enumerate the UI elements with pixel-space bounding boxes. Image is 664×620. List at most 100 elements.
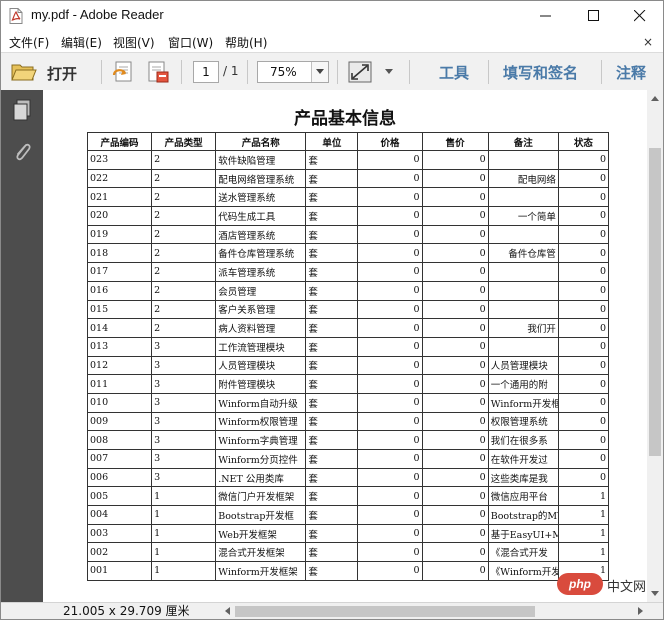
table-cell: 套	[305, 542, 359, 563]
table-cell: 023	[86, 150, 153, 170]
table-cell: 套	[305, 318, 359, 338]
fit-page-icon[interactable]	[347, 59, 373, 85]
table-cell: 1	[557, 486, 610, 507]
scroll-up-icon[interactable]	[651, 96, 659, 101]
table-cell: 010	[86, 392, 153, 413]
table-cell: 0	[421, 168, 489, 189]
table-row: 017 2 派车管理系统套 0 0 0	[86, 262, 610, 282]
php-logo: php	[557, 573, 603, 595]
table-cell: 0	[421, 542, 489, 563]
page-number-input[interactable]: 1	[193, 61, 219, 83]
horizontal-scrollbar[interactable]	[221, 603, 647, 619]
toolbar-separator	[247, 60, 248, 84]
table-cell: 007	[86, 449, 153, 469]
close-button[interactable]	[617, 1, 663, 31]
column-header: 状态	[557, 132, 610, 151]
more-tools-caret-icon[interactable]	[385, 69, 393, 74]
pages-thumbnail-icon[interactable]	[11, 98, 33, 122]
table-cell: 022	[86, 168, 153, 189]
scroll-left-icon[interactable]	[225, 607, 230, 615]
table-cell: 0	[421, 224, 489, 245]
table-cell: 套	[305, 262, 359, 282]
maximize-button[interactable]	[571, 1, 617, 31]
table-cell: 0	[357, 299, 423, 320]
save-create-icon[interactable]	[111, 59, 137, 85]
table-cell: 人员管理模块	[487, 355, 559, 376]
table-cell: 0	[357, 392, 423, 413]
table-cell: 备件仓库管理系统	[215, 243, 307, 264]
table-cell: 在软件开发过	[487, 449, 559, 469]
table-cell: 套	[305, 430, 359, 450]
document-viewport[interactable]: 产品基本信息 产品编码 产品类型 产品名称 单位 价格 售价 备注 状态 023 2 软件缺陷管理…	[43, 90, 647, 602]
table-cell: 2	[151, 168, 217, 189]
table-cell: 0	[357, 411, 423, 432]
table-cell: 0	[557, 168, 610, 189]
comment-pane-button[interactable]: 注释	[616, 62, 646, 83]
table-cell: 套	[305, 280, 359, 301]
table-cell: 017	[86, 262, 153, 282]
table-cell: 0	[421, 505, 489, 525]
table-cell	[487, 187, 559, 208]
table-cell	[487, 336, 559, 357]
table-cell: 酒店管理系统	[215, 224, 307, 245]
table-cell: 020	[86, 206, 153, 226]
pdf-page: 产品基本信息 产品编码 产品类型 产品名称 单位 价格 售价 备注 状态 023 2 软件缺陷管理…	[86, 98, 611, 602]
zoom-select[interactable]: 75%	[257, 61, 329, 83]
menu-view[interactable]: 视图(V)	[113, 34, 155, 51]
table-cell: 1	[557, 523, 610, 544]
vertical-scroll-thumb[interactable]	[649, 148, 661, 456]
table-cell: 0	[421, 523, 489, 544]
table-cell: Bootstrap的MV	[487, 505, 559, 525]
document-close-button[interactable]: ×	[643, 35, 653, 49]
page-total: / 1	[223, 64, 239, 78]
table-cell: 009	[86, 411, 153, 432]
table-row: 023 2 软件缺陷管理套 0 0 0	[86, 150, 610, 170]
table-cell: 0	[421, 150, 489, 170]
table-cell: 003	[86, 523, 153, 544]
table-cell: 0	[357, 187, 423, 208]
menu-help[interactable]: 帮助(H)	[225, 34, 267, 51]
scroll-right-icon[interactable]	[638, 607, 643, 615]
table-cell: 套	[305, 486, 359, 507]
fill-and-sign-button[interactable]: 填写和签名	[503, 62, 578, 83]
table-cell: 套	[305, 336, 359, 357]
table-cell: 0	[557, 206, 610, 226]
menu-edit[interactable]: 编辑(E)	[61, 34, 102, 51]
minimize-button[interactable]	[523, 1, 569, 31]
table-cell: 微信应用平台	[487, 486, 559, 507]
print-export-icon[interactable]	[145, 59, 171, 85]
table-cell: 1	[557, 505, 610, 525]
table-cell: Winform开发框架	[215, 561, 307, 581]
table-row: 013 3 工作流管理模块套 0 0 0	[86, 336, 610, 357]
vertical-scrollbar[interactable]	[647, 90, 663, 602]
table-cell: 3	[151, 467, 217, 488]
table-cell	[487, 150, 559, 170]
table-cell: 0	[421, 449, 489, 469]
zoom-value: 75%	[270, 65, 297, 79]
table-cell: 套	[305, 206, 359, 226]
table-cell: 0	[557, 467, 610, 488]
column-header: 备注	[487, 132, 559, 151]
table-cell: Bootstrap开发框	[215, 505, 307, 525]
menu-file[interactable]: 文件(F)	[9, 34, 49, 51]
horizontal-scroll-thumb[interactable]	[235, 606, 535, 617]
table-cell: 0	[357, 523, 423, 544]
table-row: 001 1 Winform开发框架套 0 0 《Winform开发 1	[86, 561, 610, 581]
table-row: 018 2 备件仓库管理系统套 0 0 备件仓库管 0	[86, 243, 610, 264]
table-cell: 0	[557, 449, 610, 469]
table-cell: 0	[357, 262, 423, 282]
zoom-dropdown-button[interactable]	[311, 62, 328, 82]
table-cell: 0	[557, 224, 610, 245]
menu-window[interactable]: 窗口(W)	[168, 34, 213, 51]
paperclip-icon[interactable]	[11, 140, 33, 164]
table-cell: Winform自动升级	[215, 392, 307, 413]
table-cell: 基于EasyUI+MV	[487, 523, 559, 544]
tools-pane-button[interactable]: 工具	[439, 62, 469, 83]
table-cell: 0	[421, 561, 489, 581]
table-cell: 套	[305, 299, 359, 320]
table-cell: 021	[86, 187, 153, 208]
table-cell: 配电网络管理系统	[215, 168, 307, 189]
table-cell: 一个简单	[487, 206, 559, 226]
table-row: 009 3 Winform权限管理套 0 0 权限管理系统 0	[86, 411, 610, 432]
table-cell: 《混合式开发	[487, 542, 559, 563]
